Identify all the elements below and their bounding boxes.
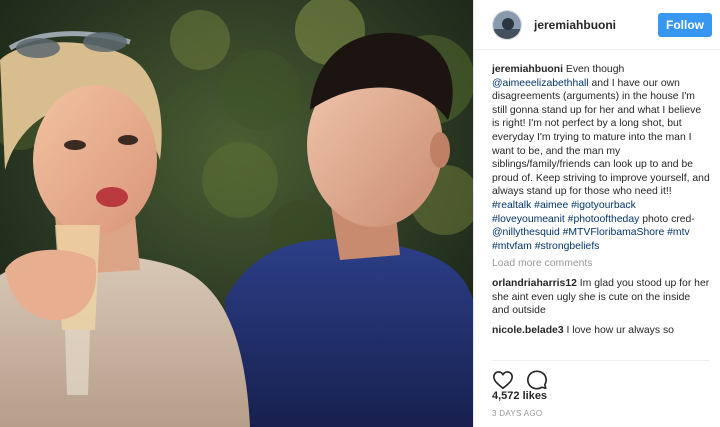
load-more-comments[interactable]: Load more comments	[492, 257, 710, 271]
follow-button[interactable]: Follow	[658, 12, 712, 37]
credit-mention[interactable]: @nillythesquid	[492, 227, 560, 238]
post-sidebar: jeremiahbuoni Follow jeremiahbuoni Even …	[473, 0, 720, 427]
caption-username[interactable]: jeremiahbuoni	[492, 64, 563, 75]
caption-mention[interactable]: @aimeeelizabethhall	[492, 78, 589, 89]
comment-username[interactable]: orlandriaharris12	[492, 278, 577, 289]
heart-icon[interactable]	[492, 369, 514, 391]
caption-text: Even though	[565, 64, 625, 75]
comment-text: I love how ur always so	[566, 324, 674, 336]
post-header: jeremiahbuoni Follow	[474, 0, 720, 50]
post-caption: jeremiahbuoni Even though @aimeeelizabet…	[492, 63, 710, 253]
action-bar	[492, 360, 710, 391]
caption-body: and I have our own disagreements (argume…	[492, 77, 710, 198]
comment-icon[interactable]	[526, 369, 548, 391]
caption-hashtags[interactable]: #realtalk #aimee #igotyourback #loveyoum…	[492, 200, 639, 225]
comment-list: jeremiahbuoni Even though @aimeeelizabet…	[492, 63, 710, 360]
like-count[interactable]: 4,572 likes	[492, 390, 547, 402]
comment-username[interactable]: nicole.belade3	[492, 325, 564, 336]
post-date: 3 DAYS AGO	[492, 409, 543, 418]
comment-item: orlandriaharris12 Im glad you stood up f…	[492, 277, 710, 318]
avatar[interactable]	[492, 9, 522, 40]
post-photo[interactable]	[0, 0, 473, 427]
comment-item: nicole.belade3 I love how ur always so	[492, 324, 710, 338]
header-username[interactable]: jeremiahbuoni	[534, 18, 658, 32]
post-image	[0, 0, 473, 427]
photo-credit-label: photo cred-	[642, 213, 695, 225]
